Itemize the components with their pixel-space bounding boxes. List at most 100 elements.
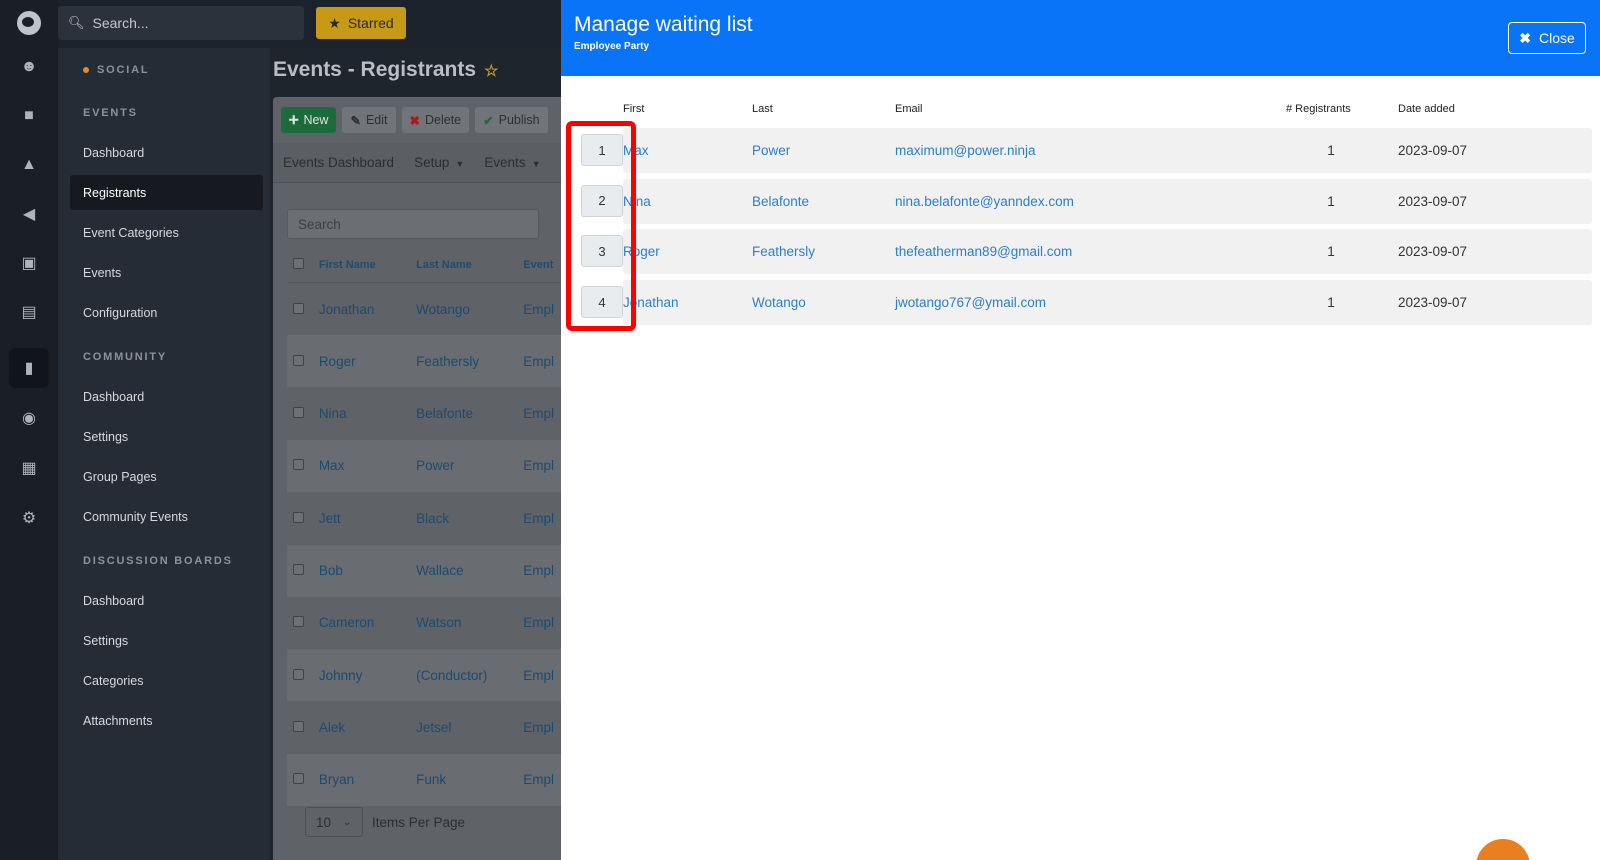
table-row[interactable]: Cameron Watson Empl (287, 597, 563, 649)
users-icon[interactable]: ☻ (9, 47, 49, 87)
last-name-link[interactable]: Feathersly (752, 229, 815, 274)
close-button[interactable]: ✖ Close (1508, 22, 1586, 54)
last-name-cell[interactable]: Wallace (416, 563, 523, 578)
publish-button[interactable]: ✔ Publish (475, 107, 548, 133)
palette-icon[interactable]: ◉ (9, 398, 49, 438)
event-cell[interactable]: Empl (523, 302, 563, 317)
email-link[interactable]: jwotango767@ymail.com (895, 280, 1046, 325)
first-name-cell[interactable]: Bob (319, 563, 416, 578)
last-name-cell[interactable]: Jetsel (416, 720, 523, 735)
first-name-cell[interactable]: Nina (319, 406, 416, 421)
column-event[interactable]: Event (523, 259, 563, 271)
new-button[interactable]: ➕︎ New (281, 107, 337, 133)
delete-button[interactable]: ✖ Delete (401, 107, 470, 133)
chat-icon[interactable] (1476, 839, 1530, 860)
sidebar-item-community-dashboard[interactable]: Dashboard (70, 379, 263, 414)
select-all-checkbox[interactable] (293, 257, 304, 269)
email-link[interactable]: maximum@power.ninja (895, 128, 1036, 173)
sidebar-item-discussion-dashboard[interactable]: Dashboard (70, 583, 263, 618)
first-name-cell[interactable]: Max (319, 458, 416, 473)
row-checkbox[interactable] (293, 616, 304, 628)
logo-icon[interactable] (17, 11, 41, 35)
row-checkbox[interactable] (293, 720, 304, 732)
last-name-cell[interactable]: (Conductor) (416, 668, 523, 683)
sidebar-item-community-events[interactable]: Community Events (70, 499, 263, 534)
row-checkbox[interactable] (293, 459, 304, 471)
megaphone-icon[interactable]: ◀ (9, 194, 49, 234)
email-link[interactable]: thefeatherman89@gmail.com (895, 229, 1072, 274)
last-name-cell[interactable]: Black (416, 511, 523, 526)
edit-button[interactable]: ✎ Edit (342, 107, 396, 133)
event-cell[interactable]: Empl (523, 406, 563, 421)
event-cell[interactable]: Empl (523, 511, 563, 526)
event-cell[interactable]: Empl (523, 720, 563, 735)
last-name-link[interactable]: Power (752, 128, 790, 173)
chart-icon[interactable]: ▤ (9, 292, 49, 332)
column-first-name[interactable]: First Name (319, 259, 416, 271)
first-name-cell[interactable]: Bryan (319, 772, 416, 787)
favorite-star-icon[interactable]: ☆ (484, 63, 498, 80)
event-cell[interactable]: Empl (523, 354, 563, 369)
sidebar-item-group-pages[interactable]: Group Pages (70, 459, 263, 494)
table-row[interactable]: Roger Feathersly Empl (287, 335, 563, 388)
last-name-cell[interactable]: Watson (416, 615, 523, 630)
sidebar-item-events[interactable]: Events (70, 255, 263, 290)
table-row[interactable]: Johnny (Conductor) Empl (287, 649, 563, 702)
first-name-cell[interactable]: Alek (319, 720, 416, 735)
per-page-select[interactable]: 10 ⌄ (305, 807, 363, 837)
row-checkbox[interactable] (293, 354, 304, 366)
event-cell[interactable]: Empl (523, 615, 563, 630)
sidebar-item-discussion-settings[interactable]: Settings (70, 623, 263, 658)
tab-events[interactable]: Events ▼ (484, 155, 540, 170)
table-row[interactable]: Max Power Empl (287, 439, 563, 492)
sidebar-item-event-categories[interactable]: Event Categories (70, 215, 263, 250)
gear-icon[interactable]: ⚙ (9, 498, 49, 538)
last-name-cell[interactable]: Power (416, 458, 523, 473)
last-name-cell[interactable]: Wotango (416, 302, 523, 317)
sidebar-item-registrants[interactable]: Registrants (70, 175, 263, 210)
table-row[interactable]: Alek Jetsel Empl (287, 701, 563, 753)
event-cell[interactable]: Empl (523, 458, 563, 473)
row-checkbox[interactable] (293, 773, 304, 785)
starred-button[interactable]: ★ Starred (316, 7, 406, 39)
tab-setup[interactable]: Setup ▼ (414, 155, 464, 170)
sidebar-item-configuration[interactable]: Configuration (70, 295, 263, 330)
sidebar-item-attachments[interactable]: Attachments (70, 703, 263, 738)
last-name-cell[interactable]: Feathersly (416, 354, 523, 369)
row-checkbox[interactable] (293, 564, 304, 575)
sidebar-item-community-settings[interactable]: Settings (70, 419, 263, 454)
first-name-cell[interactable]: Roger (319, 354, 416, 369)
table-row[interactable]: Nina Belafonte Empl (287, 388, 563, 440)
event-cell[interactable]: Empl (523, 772, 563, 787)
column-last-name[interactable]: Last Name (416, 259, 523, 271)
grid-search-input[interactable]: Search (287, 209, 539, 239)
event-cell[interactable]: Empl (523, 563, 563, 578)
table-row[interactable]: Jonathan Wotango Empl (287, 283, 563, 335)
global-search-input[interactable]: 🔍︎ Search... (58, 6, 304, 40)
row-checkbox[interactable] (293, 407, 304, 419)
sidebar-item-events-dashboard[interactable]: Dashboard (70, 135, 263, 170)
first-name-cell[interactable]: Jonathan (319, 302, 416, 317)
first-name-cell[interactable]: Johnny (319, 668, 416, 683)
event-cell[interactable]: Empl (523, 668, 563, 683)
last-name-cell[interactable]: Funk (416, 772, 523, 787)
table-row[interactable]: Jett Black Empl (287, 492, 563, 544)
graduation-icon[interactable]: ▲ (9, 145, 49, 185)
row-checkbox[interactable] (293, 668, 304, 680)
ticket-icon[interactable]: ▣ (9, 243, 49, 283)
sidebar-item-categories[interactable]: Categories (70, 663, 263, 698)
email-link[interactable]: nina.belafonte@yanndex.com (895, 179, 1074, 224)
tab-events-dashboard[interactable]: Events Dashboard (283, 155, 394, 170)
calendar-icon[interactable]: ▦ (9, 448, 49, 488)
last-name-link[interactable]: Belafonte (752, 179, 809, 224)
first-name-cell[interactable]: Cameron (319, 615, 416, 630)
row-checkbox[interactable] (293, 511, 304, 523)
table-row[interactable]: Bryan Funk Empl (287, 753, 563, 806)
table-row[interactable]: Bob Wallace Empl (287, 544, 563, 597)
last-name-cell[interactable]: Belafonte (416, 406, 523, 421)
row-checkbox[interactable] (293, 302, 304, 314)
last-name-link[interactable]: Wotango (752, 280, 806, 325)
comment-icon[interactable]: ▮ (9, 348, 49, 388)
first-name-cell[interactable]: Jett (319, 511, 416, 526)
cubes-icon[interactable]: ■ (9, 96, 49, 136)
